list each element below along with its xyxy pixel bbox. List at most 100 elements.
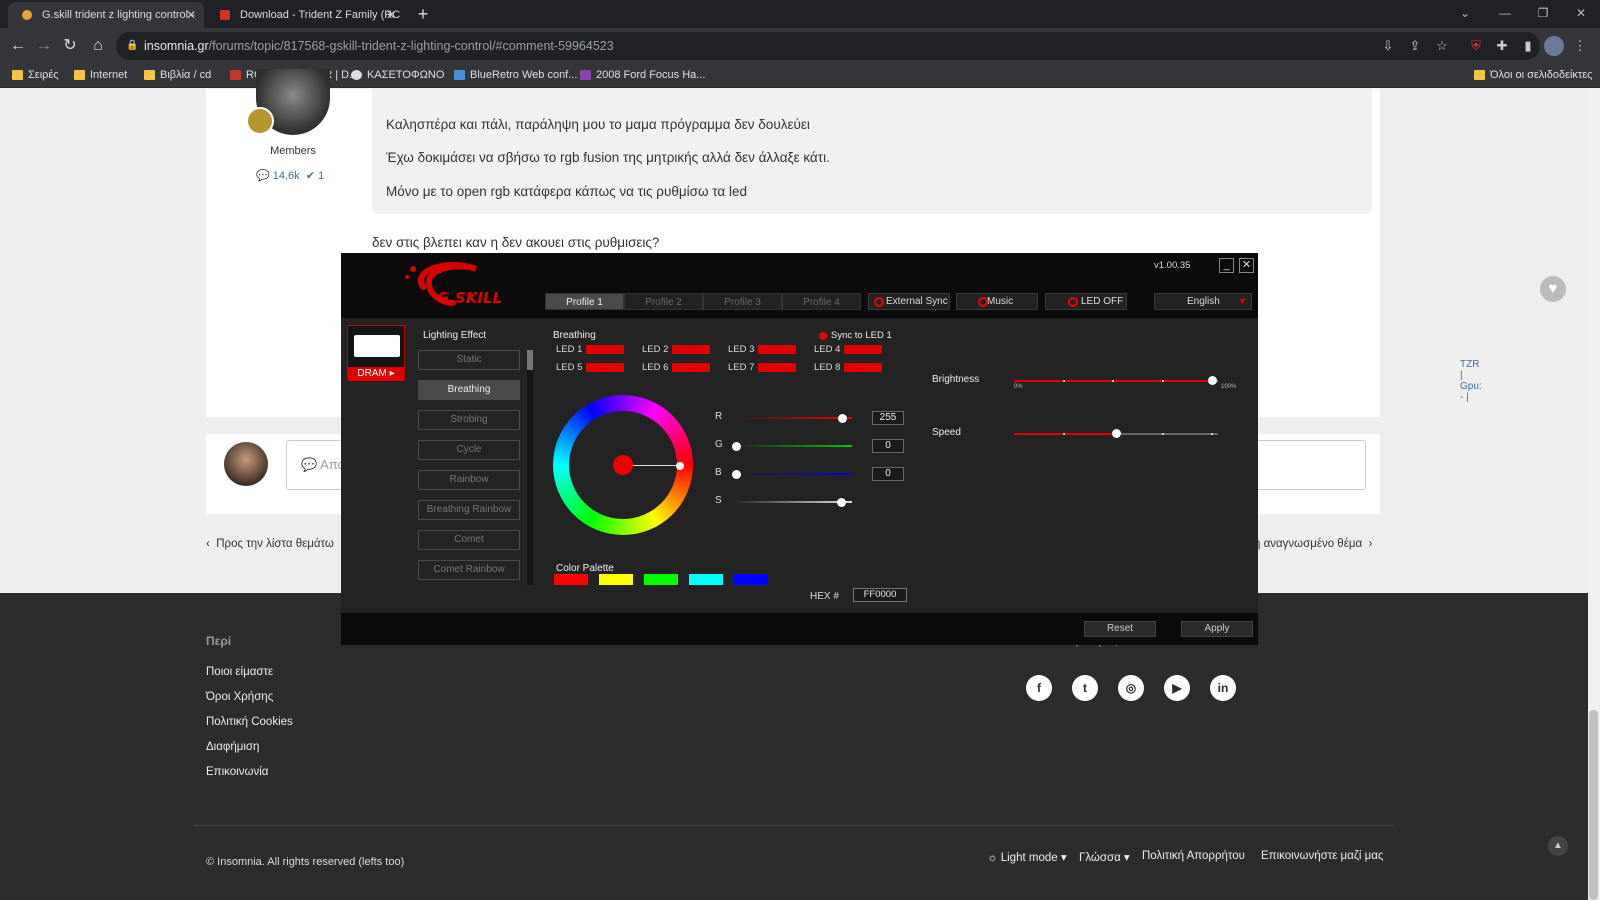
b-slider-track[interactable]: [732, 473, 852, 475]
next-unread-link[interactable]: η αναγνωσμένο θέμα ›: [1254, 538, 1372, 550]
close-tab-icon[interactable]: ✕: [186, 2, 196, 28]
back-icon[interactable]: ←: [6, 34, 30, 58]
color-wheel-handle[interactable]: [676, 462, 684, 470]
bookmark-star-icon[interactable]: ☆: [1432, 36, 1452, 56]
extensions-icon[interactable]: ✚: [1492, 36, 1512, 56]
tab-download-trident[interactable]: Download - Trident Z Family (RC ✕: [206, 2, 404, 28]
close-app-button[interactable]: ✕: [1239, 258, 1254, 273]
scroll-to-top-icon[interactable]: ▲: [1548, 836, 1568, 856]
led-2-swatch[interactable]: [672, 345, 710, 354]
forward-icon[interactable]: →: [32, 34, 56, 58]
facebook-icon[interactable]: f: [1026, 675, 1052, 701]
g-value-input[interactable]: 0: [872, 439, 904, 453]
language-dropdown[interactable]: English ▼: [1154, 293, 1252, 310]
side-panel-icon[interactable]: ▮: [1518, 36, 1538, 56]
effect-comet[interactable]: Comet: [418, 530, 520, 550]
close-tab-icon[interactable]: ✕: [386, 2, 396, 28]
brightness-slider-knob[interactable]: [1208, 376, 1217, 385]
instagram-icon[interactable]: ◎: [1118, 675, 1144, 701]
profile-2-tab[interactable]: Profile 2: [624, 293, 703, 310]
youtube-icon[interactable]: ▶: [1164, 675, 1190, 701]
s-slider-track[interactable]: [732, 501, 852, 503]
g-slider-knob[interactable]: [732, 442, 741, 451]
speed-slider-knob[interactable]: [1112, 429, 1121, 438]
tab-search-icon[interactable]: ⌄: [1446, 0, 1484, 26]
palette-swatch-red[interactable]: [554, 574, 588, 585]
dram-device-card[interactable]: DRAM ▸: [347, 325, 405, 381]
privacy-link[interactable]: Πολιτική Απορρήτου: [1142, 850, 1245, 862]
led-3-swatch[interactable]: [758, 345, 796, 354]
palette-swatch-blue[interactable]: [734, 574, 768, 585]
effect-breathing-rainbow[interactable]: Breathing Rainbow: [418, 500, 520, 520]
minimize-app-button[interactable]: _: [1219, 258, 1234, 273]
back-to-topics-link[interactable]: ‹ Προς την λίστα θεμάτω: [206, 538, 334, 550]
menu-dots-icon[interactable]: ⋮: [1570, 36, 1590, 56]
music-toggle[interactable]: Music: [956, 293, 1038, 310]
led-1-swatch[interactable]: [586, 345, 624, 354]
led-6-swatch[interactable]: [672, 363, 710, 372]
footer-link[interactable]: Όροι Χρήσης: [206, 691, 273, 703]
light-mode-toggle[interactable]: ☼ Light mode ▾: [987, 850, 1067, 864]
palette-swatch-cyan[interactable]: [689, 574, 723, 585]
language-selector[interactable]: Γλώσσα ▾: [1079, 850, 1130, 864]
s-slider-knob[interactable]: [837, 498, 846, 507]
hex-input[interactable]: FF0000: [853, 588, 907, 602]
external-sync-toggle[interactable]: External Sync: [868, 293, 950, 310]
r-slider-track[interactable]: [732, 417, 852, 419]
linkedin-icon[interactable]: in: [1210, 675, 1236, 701]
led-5-swatch[interactable]: [586, 363, 624, 372]
footer-link[interactable]: Ποιοι είμαστε: [206, 666, 273, 678]
sync-to-led1-toggle[interactable]: Sync to LED 1: [819, 330, 892, 341]
install-icon[interactable]: ⇩: [1378, 36, 1398, 56]
footer-link[interactable]: Διαφήμιση: [206, 741, 259, 753]
apply-button[interactable]: Apply: [1181, 621, 1253, 637]
scrollbar-thumb[interactable]: [1589, 710, 1598, 900]
effect-list-scroll-thumb[interactable]: [527, 350, 533, 370]
effect-breathing[interactable]: Breathing: [418, 380, 520, 400]
r-value-input[interactable]: 255: [872, 411, 904, 425]
g-slider-track[interactable]: [732, 445, 852, 447]
all-bookmarks-folder[interactable]: Όλοι οι σελιδοδείκτες: [1474, 64, 1593, 88]
reset-button[interactable]: Reset: [1084, 621, 1156, 637]
profile-4-tab[interactable]: Profile 4: [782, 293, 861, 310]
restore-window-icon[interactable]: ❐: [1524, 0, 1562, 26]
minimize-window-icon[interactable]: —: [1486, 0, 1524, 26]
bookmark-vivlia[interactable]: Βιβλία / cd: [144, 64, 211, 88]
like-heart-icon[interactable]: ♥: [1540, 276, 1566, 302]
share-icon[interactable]: ⇪: [1405, 36, 1425, 56]
tab-gskill-topic[interactable]: G.skill trident z lighting control - ✕: [8, 2, 204, 28]
led-8-swatch[interactable]: [844, 363, 882, 372]
bookmark-ford-focus[interactable]: 2008 Ford Focus Ha...: [580, 64, 705, 88]
contact-link[interactable]: Επικοινωνήστε μαζί μας: [1261, 850, 1383, 862]
bookmark-internet[interactable]: Internet: [74, 64, 127, 88]
led-off-toggle[interactable]: LED OFF: [1045, 293, 1127, 310]
effect-comet-rainbow[interactable]: Comet Rainbow: [418, 560, 520, 580]
led-7-swatch[interactable]: [758, 363, 796, 372]
close-window-icon[interactable]: ✕: [1562, 0, 1600, 26]
profile-3-tab[interactable]: Profile 3: [703, 293, 782, 310]
new-tab-button[interactable]: +: [412, 4, 434, 26]
palette-swatch-yellow[interactable]: [599, 574, 633, 585]
twitter-icon[interactable]: t: [1072, 675, 1098, 701]
led-4-swatch[interactable]: [844, 345, 882, 354]
footer-link[interactable]: Πολιτική Cookies: [206, 716, 293, 728]
profile-avatar-icon[interactable]: [1544, 36, 1564, 56]
effect-strobing[interactable]: Strobing: [418, 410, 520, 430]
address-bar[interactable]: 🔒 insomnia.gr/forums/topic/817568-gskill…: [116, 32, 1540, 60]
b-slider-knob[interactable]: [732, 470, 741, 479]
effect-cycle[interactable]: Cycle: [418, 440, 520, 460]
home-icon[interactable]: ⌂: [86, 34, 110, 58]
effect-rainbow[interactable]: Rainbow: [418, 470, 520, 490]
bookmark-kasetofono[interactable]: ΚΑΣΕΤΟΦΩΝΟ: [351, 64, 444, 88]
footer-link[interactable]: Επικοινωνία: [206, 766, 268, 778]
ublock-icon[interactable]: ⛨: [1466, 36, 1486, 56]
b-value-input[interactable]: 0: [872, 467, 904, 481]
bookmark-seires[interactable]: Σειρές: [12, 64, 59, 88]
palette-swatch-green[interactable]: [644, 574, 678, 585]
profile-1-tab[interactable]: Profile 1: [545, 293, 624, 310]
reload-icon[interactable]: ↻: [58, 34, 82, 58]
effect-list-scrollbar[interactable]: [527, 350, 533, 585]
r-slider-knob[interactable]: [838, 414, 847, 423]
effect-static[interactable]: Static: [418, 350, 520, 370]
bookmark-blueretro[interactable]: BlueRetro Web conf...: [454, 64, 577, 88]
